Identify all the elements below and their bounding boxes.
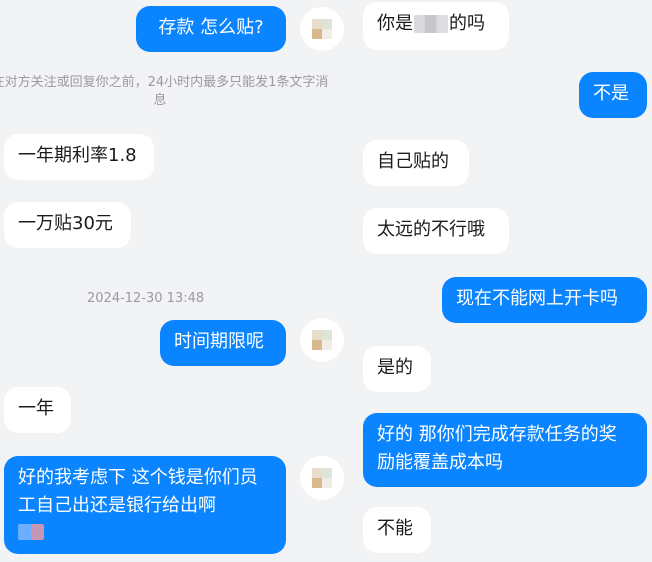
message-self-subsidy[interactable]: 自己贴的 xyxy=(363,140,469,186)
message-cannot[interactable]: 不能 xyxy=(363,507,431,553)
message-open-card[interactable]: 现在不能网上开卡吗 xyxy=(442,277,647,323)
left-chat-pane: 存款 怎么贴? 在对方关注或回复你之前，24小时内最多只能发1条文字消息 一年期… xyxy=(0,0,355,562)
message-too-far[interactable]: 太远的不行哦 xyxy=(363,208,509,254)
message-deposit-question[interactable]: 存款 怎么贴? xyxy=(136,6,286,52)
redacted-text xyxy=(414,15,448,33)
message-consider-text: 好的我考虑下 这个钱是你们员工自己出还是银行给出啊 xyxy=(18,467,258,516)
message-are-you-prefix: 你是 xyxy=(377,13,413,34)
message-rate[interactable]: 一年期利率1.8 xyxy=(4,134,154,180)
message-one-year[interactable]: 一年 xyxy=(4,387,71,433)
message-consider[interactable]: 好的我考虑下 这个钱是你们员工自己出还是银行给出啊 xyxy=(4,456,286,554)
message-are-you[interactable]: 你是 的吗 xyxy=(363,2,509,50)
message-not[interactable]: 不是 xyxy=(579,72,647,118)
message-subsidy[interactable]: 一万贴30元 xyxy=(4,202,131,248)
system-notice: 在对方关注或回复你之前，24小时内最多只能发1条文字消息 xyxy=(0,75,329,108)
avatar[interactable] xyxy=(300,456,344,500)
message-yes[interactable]: 是的 xyxy=(363,346,431,392)
right-chat-pane: 你是 的吗 不是 自己贴的 太远的不行哦 现在不能网上开卡吗 是的 好的 那你们完… xyxy=(355,0,652,562)
avatar[interactable] xyxy=(300,318,344,362)
message-reward[interactable]: 好的 那你们完成存款任务的奖励能覆盖成本吗 xyxy=(363,413,647,487)
blurred-content xyxy=(18,524,44,540)
avatar[interactable] xyxy=(300,7,344,51)
timestamp: 2024-12-30 13:48 xyxy=(87,291,205,306)
message-time-limit[interactable]: 时间期限呢 xyxy=(160,320,286,366)
message-are-you-suffix: 的吗 xyxy=(449,13,485,34)
